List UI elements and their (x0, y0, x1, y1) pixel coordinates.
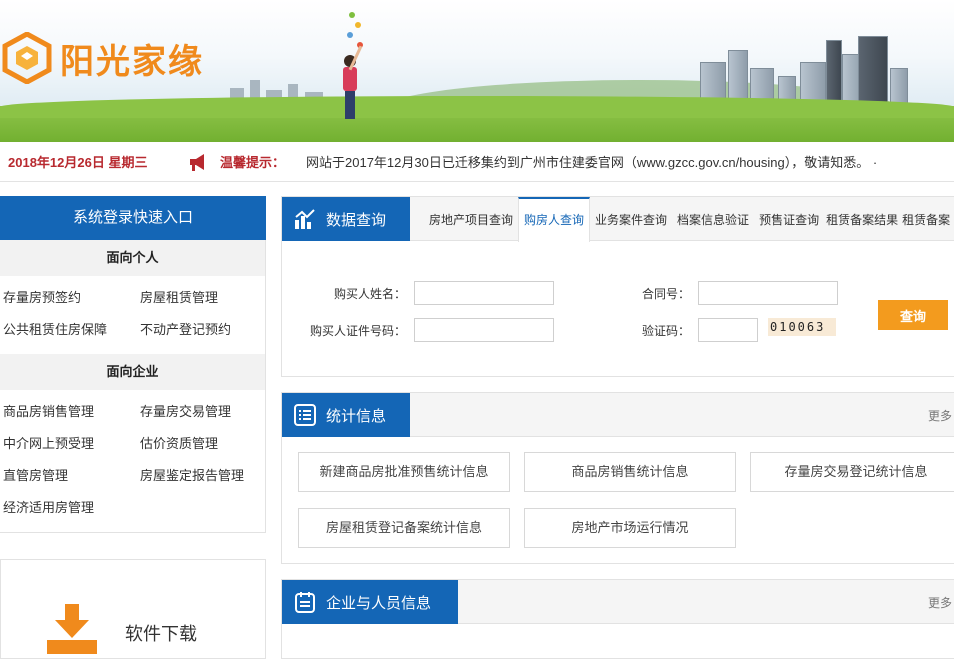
megaphone-icon (190, 153, 204, 171)
enterprise-info-title: 企业与人员信息 (282, 580, 458, 624)
link-rental-management[interactable]: 房屋租赁管理 (137, 282, 266, 314)
tab-case-query[interactable]: 业务案件查询 (590, 197, 672, 241)
notice-label: 温馨提示： (220, 155, 286, 170)
buyer-query-form: 购买人姓名： 合同号： 购买人证件号码： 验证码： 010063 查询 (282, 241, 954, 377)
link-property-registration[interactable]: 不动产登记预约 (137, 314, 266, 346)
child-illustration (340, 45, 363, 127)
personal-category-title: 面向个人 (0, 240, 265, 276)
link-affordable-housing[interactable]: 经济适用房管理 (0, 492, 137, 524)
contract-no-label: 合同号： (641, 287, 690, 301)
tab-lease-record[interactable]: 租赁备案 (900, 197, 952, 241)
captcha-label: 验证码： (641, 324, 690, 338)
query-tabs: 房地产项目查询 购房人查询 业务案件查询 档案信息验证 预售证查询 租赁备案结果… (424, 196, 952, 242)
buyer-name-label: 购买人姓名： (333, 287, 406, 301)
stat-new-presale[interactable]: 新建商品房批准预售统计信息 (298, 452, 510, 492)
enterprise-more-link[interactable]: 更多 (928, 594, 952, 611)
link-existing-trade[interactable]: 存量房交易管理 (137, 396, 266, 428)
link-existing-presign[interactable]: 存量房预签约 (0, 282, 137, 314)
header-banner: 阳光家缘 (0, 0, 954, 142)
data-query-panel: 数据查询 房地产项目查询 购房人查询 业务案件查询 档案信息验证 预售证查询 租… (281, 196, 954, 377)
quick-login-panel: 系统登录快速入口 面向个人 存量房预签约 房屋租赁管理 公共租赁住房保障 不动产… (0, 196, 266, 659)
buyer-name-input[interactable] (414, 281, 554, 305)
buyer-id-input[interactable] (414, 318, 554, 342)
contract-no-input[interactable] (698, 281, 838, 305)
download-icon (47, 604, 97, 654)
enterprise-category-title: 面向企业 (0, 354, 265, 390)
list-icon (294, 404, 316, 426)
quick-login-title: 系统登录快速入口 (0, 196, 266, 240)
stats-more-link[interactable]: 更多 (928, 407, 952, 424)
cube-logo-icon (2, 32, 52, 84)
software-download[interactable]: 软件下载 (0, 559, 266, 659)
captcha-input[interactable] (698, 318, 758, 342)
document-icon (295, 592, 315, 613)
logo-text: 阳光家缘 (60, 42, 204, 81)
tab-lease-result[interactable]: 租赁备案结果 (824, 197, 900, 241)
query-button[interactable]: 查询 (878, 300, 948, 330)
data-query-title: 数据查询 (282, 197, 410, 241)
download-label: 软件下载 (125, 624, 197, 644)
link-commercial-sales[interactable]: 商品房销售管理 (0, 396, 137, 428)
stat-rental-record[interactable]: 房屋租赁登记备案统计信息 (298, 508, 510, 548)
statistics-panel: 统计信息 更多 新建商品房批准预售统计信息 商品房销售统计信息 存量房交易登记统… (281, 392, 954, 564)
captcha-image[interactable]: 010063 (768, 318, 836, 336)
enterprise-info-panel: 企业与人员信息 更多 (281, 579, 954, 659)
link-direct-housing[interactable]: 直管房管理 (0, 460, 137, 492)
stat-existing-trade[interactable]: 存量房交易登记统计信息 (750, 452, 954, 492)
notice-bar: 2018年12月26日 星期三 温馨提示： 网站于2017年12月30日已迁移集… (0, 142, 954, 182)
tab-project-query[interactable]: 房地产项目查询 (424, 197, 518, 241)
link-appraisal-qualification[interactable]: 估价资质管理 (137, 428, 266, 460)
quick-login-links: 面向个人 存量房预签约 房屋租赁管理 公共租赁住房保障 不动产登记预约 面向企业… (0, 240, 266, 533)
link-agency-preaccept[interactable]: 中介网上预受理 (0, 428, 137, 460)
stat-market-operation[interactable]: 房地产市场运行情况 (524, 508, 736, 548)
chart-icon (295, 209, 315, 229)
stat-commercial-sales[interactable]: 商品房销售统计信息 (524, 452, 736, 492)
notice-message[interactable]: 网站于2017年12月30日已迁移集约到广州市住建委官网（www.gzcc.go… (306, 152, 877, 171)
buyer-id-label: 购买人证件号码： (309, 324, 406, 338)
link-inspection-report[interactable]: 房屋鉴定报告管理 (137, 460, 266, 492)
statistics-title: 统计信息 (282, 393, 410, 437)
personal-links: 存量房预签约 房屋租赁管理 公共租赁住房保障 不动产登记预约 (0, 276, 265, 354)
enterprise-links: 商品房销售管理 存量房交易管理 中介网上预受理 估价资质管理 直管房管理 房屋鉴… (0, 390, 265, 532)
link-public-rental-housing[interactable]: 公共租赁住房保障 (0, 314, 137, 346)
kite-decoration (345, 12, 365, 56)
tab-buyer-query[interactable]: 购房人查询 (518, 196, 591, 242)
current-date: 2018年12月26日 星期三 (8, 155, 148, 170)
site-logo[interactable]: 阳光家缘 (2, 32, 204, 84)
tab-archive-verify[interactable]: 档案信息验证 (672, 197, 754, 241)
tab-presale-query[interactable]: 预售证查询 (754, 197, 824, 241)
